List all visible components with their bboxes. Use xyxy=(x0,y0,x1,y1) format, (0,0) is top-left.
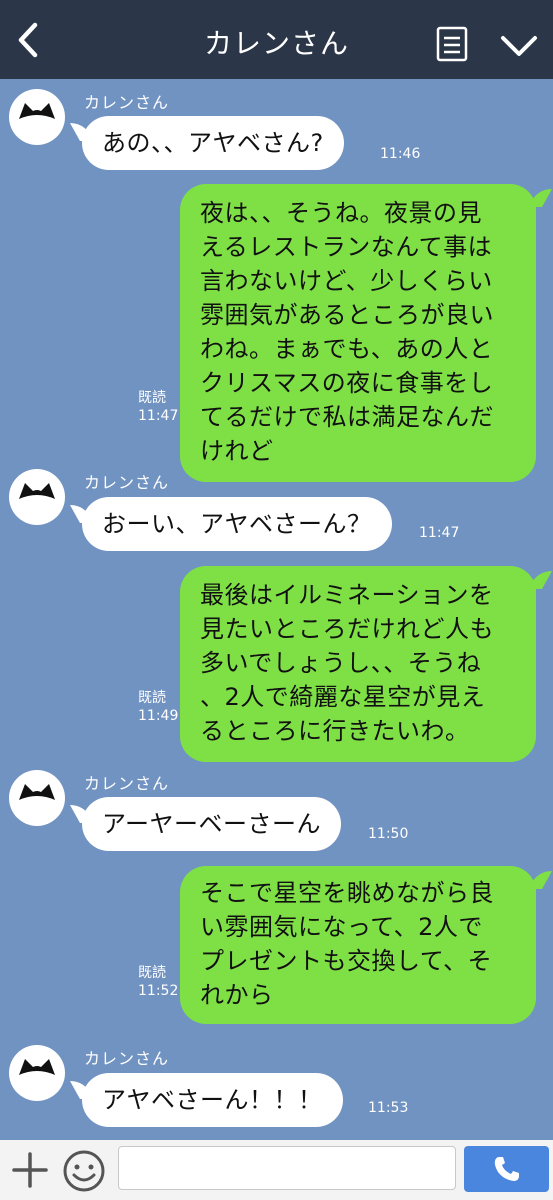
chat-header: カレンさん xyxy=(0,0,553,79)
message-line: 、2人で綺麗な星空が見え xyxy=(200,683,486,711)
message-bubble[interactable]: 夜は、、そうね。夜景の見 えるレストランなんて事は 言わないけど、少しくらい 雰… xyxy=(180,184,536,482)
message-line: けれど xyxy=(200,437,274,465)
message-time: 11:53 xyxy=(368,1100,409,1116)
message-line: そこで星空を眺めながら良 xyxy=(200,879,494,907)
message-bubble[interactable]: おーい、アヤベさーん？ xyxy=(82,497,392,551)
menu-button[interactable] xyxy=(436,26,468,62)
message-line: 最後はイルミネーションを xyxy=(200,581,494,609)
read-status: 既読 xyxy=(138,690,166,706)
sender-name: カレンさん xyxy=(84,1049,170,1068)
message-bubble[interactable]: アーヤーベーさーん xyxy=(82,797,342,851)
message-line: れから xyxy=(200,981,274,1009)
sender-name: カレンさん xyxy=(84,774,170,793)
message-bubble[interactable]: アヤベさーん！！！ xyxy=(82,1073,343,1127)
message-line: 夜は、、そうね。夜景の見 xyxy=(200,199,482,227)
message-line: 見たいところだけれど人も xyxy=(200,615,494,643)
sticker-button[interactable] xyxy=(62,1149,106,1193)
message-time: 11:49 xyxy=(138,708,179,724)
message-time: 11:47 xyxy=(138,408,179,424)
cat-ears-icon xyxy=(19,1059,55,1075)
read-status: 既読 xyxy=(138,390,166,406)
message-line: 言わないけど、少しくらい xyxy=(200,267,493,295)
chat-title: カレンさん xyxy=(203,27,349,60)
message-line: プレゼントも交換して、そ xyxy=(200,947,493,975)
message-bubble[interactable]: 最後はイルミネーションを 見たいところだけれど人も 多いでしょうし、、そうね 、… xyxy=(180,566,536,762)
message-line: 雰囲気があるところが良い xyxy=(200,301,494,329)
message-line: るところに行きたいわ。 xyxy=(200,717,470,745)
message-bubble[interactable]: あの、、アヤベさん? xyxy=(82,116,344,170)
message-time: 11:52 xyxy=(138,983,179,999)
read-status: 既読 xyxy=(138,965,166,981)
message-line: 多いでしょうし、、そうね xyxy=(200,649,482,677)
bubble-tail xyxy=(528,571,552,589)
chevron-down-icon xyxy=(501,36,537,56)
message-text: おーい、アヤベさーん？ xyxy=(102,510,372,538)
message-time: 11:50 xyxy=(368,826,409,842)
cat-ears-icon xyxy=(19,103,55,119)
message-line: い雰囲気になって、2人で xyxy=(200,913,483,941)
message-line: えるレストランなんて事は xyxy=(200,233,493,261)
message-time: 11:47 xyxy=(419,525,460,541)
smile-icon xyxy=(63,1150,105,1192)
plus-button[interactable] xyxy=(10,1150,50,1190)
message-line: てるだけで私は満足なんだ xyxy=(200,403,494,431)
message-line: クリスマスの夜に食事をし xyxy=(200,369,494,397)
message-text: あの、、アヤベさん? xyxy=(102,129,324,157)
collapse-button[interactable] xyxy=(497,28,541,64)
message-line: わね。まぁでも、あの人と xyxy=(200,335,494,363)
bubble-tail xyxy=(528,189,552,207)
message-text: アーヤーベーさーん xyxy=(102,810,322,838)
avatar[interactable] xyxy=(9,1045,65,1101)
message-time: 11:46 xyxy=(380,146,421,162)
message-text: アヤベさーん！！！ xyxy=(102,1086,323,1114)
avatar[interactable] xyxy=(9,770,65,826)
phone-icon xyxy=(494,1157,519,1181)
message-bubble[interactable]: そこで星空を眺めながら良 い雰囲気になって、2人で プレゼントも交換して、そ れ… xyxy=(180,866,536,1024)
sender-name: カレンさん xyxy=(84,473,170,492)
avatar[interactable] xyxy=(9,89,65,145)
call-button[interactable] xyxy=(464,1146,549,1192)
sender-name: カレンさん xyxy=(84,93,170,112)
input-bar xyxy=(0,1140,553,1200)
plus-icon xyxy=(12,1152,48,1188)
cat-ears-icon xyxy=(19,483,55,499)
menu-list-icon xyxy=(436,26,468,62)
cat-ears-icon xyxy=(19,784,55,800)
bubble-tail xyxy=(528,871,552,889)
avatar[interactable] xyxy=(9,469,65,525)
message-input[interactable] xyxy=(118,1146,456,1190)
chat-area[interactable]: カレンさん あの、、アヤベさん? 11:46 既読 11:47 夜は、、そうね。… xyxy=(0,79,553,1140)
